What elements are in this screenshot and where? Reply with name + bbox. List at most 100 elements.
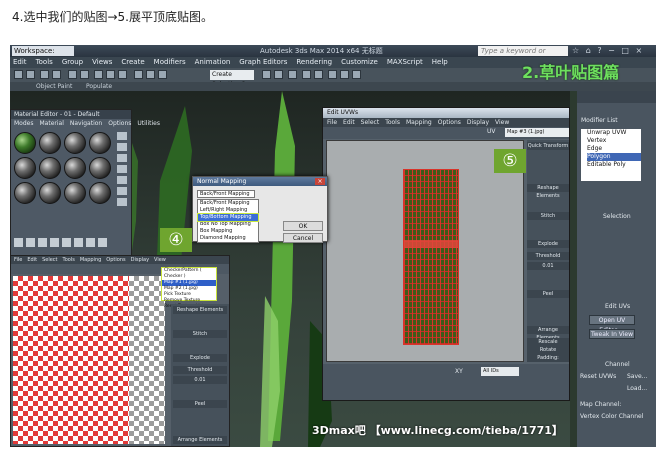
search-input[interactable]: Type a keyword or phrase <box>478 46 568 65</box>
render-icon[interactable] <box>352 70 361 79</box>
unlink-icon[interactable] <box>52 70 61 79</box>
close-icon[interactable]: × <box>315 178 325 185</box>
curve-editor-icon[interactable] <box>302 70 311 79</box>
put-to-scene-icon[interactable] <box>26 238 35 247</box>
undo-icon[interactable] <box>14 70 23 79</box>
uv-mode-label[interactable]: UV <box>487 128 496 135</box>
texture-pattern-dropdown[interactable]: CheckerPattern ( Checker ) Map #1 (1.jpg… <box>161 267 217 309</box>
reset-uvws-button[interactable]: Reset UVWs <box>580 373 616 380</box>
selection-rollout-title[interactable]: Selection <box>603 213 631 220</box>
mapping-type-dropdown[interactable]: Back/Front Mapping <box>197 190 255 198</box>
go-to-parent-icon[interactable] <box>98 238 107 247</box>
material-slot[interactable] <box>64 157 86 179</box>
command-panel-tabs[interactable] <box>577 91 656 103</box>
rescale-checkbox[interactable]: Rescale <box>527 338 569 346</box>
uvr-menu-file[interactable]: File <box>327 118 337 127</box>
assign-to-selection-icon[interactable] <box>38 238 47 247</box>
put-to-library-icon[interactable] <box>74 238 83 247</box>
menu-modifiers[interactable]: Modifiers <box>154 57 186 68</box>
reset-map-icon[interactable] <box>50 238 59 247</box>
reshape-elements-rollout[interactable]: Reshape Elements <box>527 184 569 199</box>
mat-menu-material[interactable]: Material <box>39 119 63 128</box>
layer-icon[interactable] <box>288 70 297 79</box>
vertex-color-channel-label[interactable]: Vertex Color Channel <box>580 413 643 420</box>
explode-rollout[interactable]: Explode <box>173 354 227 362</box>
explode-rollout[interactable]: Explode <box>527 240 569 248</box>
arrange-elements-rollout[interactable]: Arrange Elements <box>173 436 227 444</box>
threshold-value[interactable]: 0.01 <box>173 376 227 384</box>
mapping-option-highlighted[interactable]: Top/Bottom Mapping <box>197 213 259 222</box>
material-slot[interactable] <box>39 182 61 204</box>
stack-item[interactable]: Unwrap UVW <box>587 129 641 137</box>
flattened-leaf-uv-island[interactable] <box>403 169 459 345</box>
load-button[interactable]: Load... <box>627 385 647 392</box>
mirror-icon[interactable] <box>262 70 271 79</box>
make-preview-icon[interactable] <box>117 187 127 195</box>
menu-help[interactable]: Help <box>432 57 448 68</box>
mapping-option[interactable]: Box Mapping <box>198 228 258 235</box>
reshape-elements-rollout[interactable]: Reshape Elements <box>173 306 227 314</box>
uvr-menu-tools[interactable]: Tools <box>385 118 400 127</box>
rotate-checkbox[interactable]: Rotate <box>527 346 569 354</box>
modifier-list-label[interactable]: Modifier List <box>581 117 618 124</box>
arrange-elements-rollout[interactable]: Arrange Elements <box>527 326 569 341</box>
tweak-in-view-button[interactable]: Tweak In View <box>589 329 635 339</box>
material-editor-icon[interactable] <box>328 70 337 79</box>
menu-rendering[interactable]: Rendering <box>296 57 332 68</box>
stack-item-selected[interactable]: Polygon <box>587 153 641 161</box>
mat-menu-utilities[interactable]: Utilities <box>137 119 160 128</box>
material-slot[interactable] <box>64 182 86 204</box>
mapping-option[interactable]: Diamond Mapping <box>198 235 258 242</box>
move-icon[interactable] <box>94 70 103 79</box>
peel-rollout[interactable]: Peel <box>527 290 569 298</box>
material-slot[interactable] <box>89 132 111 154</box>
edit-uvs-rollout-title[interactable]: Edit UVs <box>605 303 630 310</box>
percent-snap-icon[interactable] <box>158 70 167 79</box>
snap-icon[interactable] <box>134 70 143 79</box>
uvr-menu-mapping[interactable]: Mapping <box>406 118 432 127</box>
menu-tools[interactable]: Tools <box>36 57 53 68</box>
stitch-rollout[interactable]: Stitch <box>173 330 227 338</box>
window-controls[interactable]: ☆ ⌂ ? − □ × <box>572 46 644 56</box>
select-by-name-icon[interactable] <box>80 70 89 79</box>
select-icon[interactable] <box>68 70 77 79</box>
uvl-menu-mapping[interactable]: Mapping <box>80 256 101 264</box>
make-unique-icon[interactable] <box>62 238 71 247</box>
link-icon[interactable] <box>40 70 49 79</box>
menu-maxscript[interactable]: MAXScript <box>387 57 423 68</box>
modifier-stack[interactable]: Unwrap UVW Vertex Edge Polygon Editable … <box>581 129 641 181</box>
uvl-menu-select[interactable]: Select <box>42 256 57 264</box>
menu-views[interactable]: Views <box>92 57 112 68</box>
uvl-menu-display[interactable]: Display <box>131 256 149 264</box>
texture-map-dropdown[interactable]: Map #3 (1.jpg) <box>505 128 569 137</box>
mapping-option[interactable]: Left/Right Mapping <box>198 207 258 214</box>
ok-button[interactable]: OK <box>283 221 323 231</box>
stack-item[interactable]: Editable Poly <box>587 161 641 169</box>
selection-set-dropdown[interactable]: Create Selection Se <box>210 70 254 88</box>
save-button[interactable]: Save... <box>627 373 647 380</box>
quick-transform-rollout[interactable]: Quick Transform <box>527 142 569 150</box>
uvr-menu-view[interactable]: View <box>495 118 509 127</box>
scale-icon[interactable] <box>118 70 127 79</box>
material-slot[interactable] <box>14 182 36 204</box>
stitch-rollout[interactable]: Stitch <box>527 212 569 220</box>
backlight-icon[interactable] <box>117 143 127 151</box>
sample-type-icon[interactable] <box>117 132 127 140</box>
rotate-icon[interactable] <box>106 70 115 79</box>
render-setup-icon[interactable] <box>340 70 349 79</box>
mapping-option[interactable]: Box No Top Mapping <box>198 221 258 228</box>
get-material-icon[interactable] <box>14 238 23 247</box>
uvr-menu-select[interactable]: Select <box>361 118 380 127</box>
pattern-option[interactable]: CheckerPattern ( Checker ) <box>162 268 216 280</box>
material-id-dropdown[interactable]: All IDs <box>481 367 519 376</box>
stack-item[interactable]: Vertex <box>587 137 641 145</box>
uvl-menu-edit[interactable]: Edit <box>27 256 37 264</box>
menu-graph-editors[interactable]: Graph Editors <box>239 57 287 68</box>
uvl-menu-file[interactable]: File <box>14 256 22 264</box>
redo-icon[interactable] <box>26 70 35 79</box>
material-slot-active[interactable] <box>14 132 36 154</box>
peel-rollout[interactable]: Peel <box>173 400 227 408</box>
mapping-option[interactable]: Back/Front Mapping <box>198 200 258 207</box>
menu-create[interactable]: Create <box>121 57 144 68</box>
schematic-icon[interactable] <box>314 70 323 79</box>
